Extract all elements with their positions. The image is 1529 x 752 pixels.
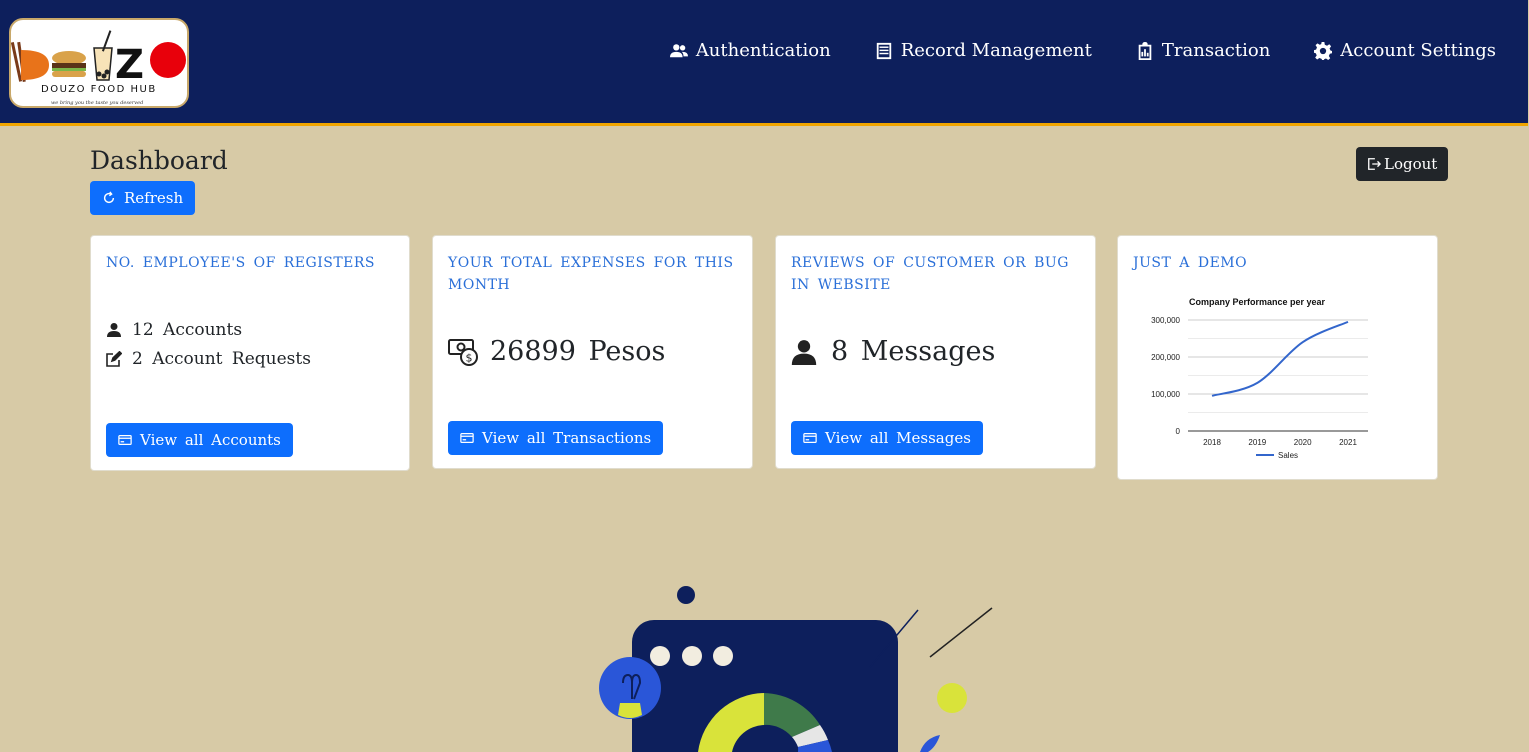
reviews-card-title: REVIEWS OF CUSTOMER OR BUG IN WEBSITE [791,255,1069,293]
x-tick-label: 2021 [1339,438,1357,447]
view-accounts-button[interactable]: View all Accounts [106,423,293,457]
view-accounts-label: View all Accounts [140,431,281,449]
messages-count: 8 Messages [831,336,996,367]
page-title: Dashboard [90,146,228,175]
requests-count: 2 Account Requests [132,349,311,369]
card-icon [460,433,474,443]
chart-title: Company Performance per year [1189,297,1326,307]
messages-stat: 8 Messages [791,336,995,367]
dashboard-illustration [599,586,993,752]
x-tick-label: 2018 [1203,438,1221,447]
view-messages-label: View all Messages [825,429,971,447]
refresh-icon [103,191,115,204]
main-nav: Authentication Record Management Transac… [669,40,1496,61]
card-icon [118,435,132,445]
gear-icon [1314,41,1333,60]
nav-authentication-label: Authentication [695,40,831,61]
card-icon [803,433,817,443]
nav-record-management[interactable]: Record Management [875,40,1092,61]
edit-icon [106,351,122,367]
legend-sales: Sales [1278,451,1298,460]
logout-label: Logout [1384,155,1438,173]
svg-text:$: $ [466,351,473,364]
x-tick-label: 2019 [1248,438,1266,447]
users-icon [669,43,688,57]
nav-transaction-label: Transaction [1161,40,1271,61]
performance-line-chart: Company Performance per year 0 100,000 200… [1151,297,1368,460]
nav-record-management-label: Record Management [900,40,1092,61]
refresh-button[interactable]: Refresh [90,181,196,215]
y-tick-label: 300,000 [1151,316,1180,325]
expenses-stat: $ 26899 Pesos [448,336,665,367]
sales-series-line [1211,320,1349,397]
top-navbar: Z DOUZO FOOD HUB we bring you the taste … [0,0,1528,126]
x-tick-label: 2020 [1294,438,1312,447]
expenses-card-title: YOUR TOTAL EXPENSES FOR THIS MONTH [448,255,734,293]
money-icon: $ [448,338,478,366]
brand-tagline: we bring you the taste you deserved [51,100,143,106]
brand-name: DOUZO FOOD HUB [41,84,157,95]
nav-account-settings[interactable]: Account Settings [1314,40,1496,61]
employees-card-title: NO. EMPLOYEE'S OF REGISTERS [106,255,376,271]
svg-text:Z: Z [115,42,144,88]
user-icon [791,339,817,365]
demo-card: JUST A DEMO Company Performance per year… [1117,235,1438,480]
view-transactions-label: View all Transactions [482,429,652,447]
logout-button[interactable]: Logout [1356,147,1449,181]
logout-icon [1368,158,1381,170]
clipboard-icon [1138,41,1152,60]
expenses-card: YOUR TOTAL EXPENSES FOR THIS MONTH $ 268… [432,235,753,469]
logo-graphic: Z DOUZO FOOD HUB we bring you the taste … [11,30,186,106]
reviews-card: REVIEWS OF CUSTOMER OR BUG IN WEBSITE 8 … [775,235,1096,469]
y-tick-label: 0 [1176,427,1181,436]
requests-stat: 2 Account Requests [106,349,311,369]
accounts-stat: 12 Accounts [106,320,242,340]
nav-account-settings-label: Account Settings [1340,40,1496,61]
view-messages-button[interactable]: View all Messages [791,421,983,455]
accounts-count: 12 Accounts [132,320,243,340]
y-tick-label: 200,000 [1151,353,1180,362]
chart-legend: Sales [1256,451,1298,460]
brand-logo[interactable]: Z DOUZO FOOD HUB we bring you the taste … [9,18,189,108]
y-tick-label: 100,000 [1151,390,1180,399]
view-transactions-button[interactable]: View all Transactions [448,421,664,455]
expenses-amount: 26899 Pesos [490,336,666,367]
refresh-label: Refresh [124,189,184,207]
employees-card: NO. EMPLOYEE'S OF REGISTERS 12 Accounts … [90,235,410,471]
user-icon [107,323,121,337]
records-icon [876,42,891,59]
demo-card-title: JUST A DEMO [1133,255,1248,271]
nav-transaction[interactable]: Transaction [1136,40,1270,61]
nav-authentication[interactable]: Authentication [669,40,831,61]
